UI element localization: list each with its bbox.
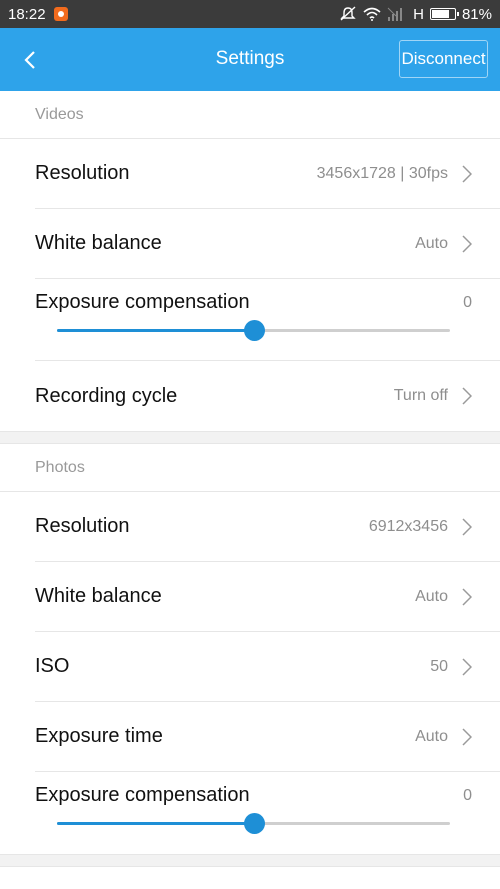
exposure-slider-thumb[interactable] xyxy=(243,813,265,834)
slider-value: 0 xyxy=(463,293,472,311)
chevron-right-icon xyxy=(462,387,474,405)
muted-bell-icon xyxy=(340,6,356,21)
row-label: White balance xyxy=(35,232,162,254)
row-label: Resolution xyxy=(35,515,130,537)
video-recording-cycle-row[interactable]: Recording cycle Turn off xyxy=(35,361,500,431)
network-type: H xyxy=(413,5,424,23)
app-notification-icon xyxy=(53,7,68,21)
settings-list: Videos Resolution 3456x1728 | 30fps Whit… xyxy=(0,91,500,889)
row-value: 50 xyxy=(430,657,448,675)
photo-exposure-compensation-row: Exposure compensation 0 xyxy=(35,772,500,854)
section-header-photos: Photos xyxy=(0,444,500,492)
wifi-icon xyxy=(363,7,381,21)
video-exposure-compensation-row: Exposure compensation 0 xyxy=(35,279,500,361)
exposure-slider-track[interactable] xyxy=(57,320,450,341)
row-label: Exposure compensation xyxy=(35,784,250,806)
row-label: Exposure time xyxy=(35,725,163,747)
videos-section: Videos Resolution 3456x1728 | 30fps Whit… xyxy=(0,91,500,431)
row-label: Exposure compensation xyxy=(35,291,250,313)
row-label: White balance xyxy=(35,585,162,607)
row-label: Recording cycle xyxy=(35,384,178,407)
chevron-right-icon xyxy=(462,517,474,536)
video-white-balance-row[interactable]: White balance Auto xyxy=(35,209,500,279)
photo-white-balance-row[interactable]: White balance Auto xyxy=(35,562,500,632)
battery-icon xyxy=(429,8,459,20)
photo-iso-row[interactable]: ISO 50 xyxy=(35,632,500,702)
app-bar: Settings Disconnect xyxy=(0,28,500,91)
row-value: Auto xyxy=(415,587,448,605)
row-label: Resolution xyxy=(35,162,130,184)
section-divider xyxy=(0,431,500,444)
chevron-right-icon xyxy=(462,164,474,183)
status-time: 18:22 xyxy=(8,5,46,23)
video-resolution-row[interactable]: Resolution 3456x1728 | 30fps xyxy=(35,139,500,209)
slider-value: 0 xyxy=(463,786,472,804)
row-value: Auto xyxy=(415,234,448,252)
status-icons: H 81% xyxy=(339,6,492,23)
photos-section: Photos Resolution 6912x3456 White balanc… xyxy=(0,444,500,854)
row-value: Turn off xyxy=(393,387,448,404)
exposure-slider-fill xyxy=(57,822,254,825)
battery-percent: 81% xyxy=(461,5,492,23)
row-label: ISO xyxy=(35,655,70,677)
chevron-right-icon xyxy=(462,657,474,676)
chevron-right-icon xyxy=(462,587,474,606)
photo-exposure-time-row[interactable]: Exposure time Auto xyxy=(35,702,500,772)
exposure-slider-track[interactable] xyxy=(57,813,450,834)
exposure-slider-thumb[interactable] xyxy=(243,320,265,341)
exposure-slider-fill xyxy=(57,329,254,332)
signal-icon xyxy=(387,7,403,21)
chevron-right-icon xyxy=(462,234,474,253)
section-header-videos: Videos xyxy=(0,91,500,139)
section-divider xyxy=(0,854,500,867)
row-value: 3456x1728 | 30fps xyxy=(316,164,448,182)
disconnect-button[interactable]: Disconnect xyxy=(399,40,488,78)
chevron-right-icon xyxy=(462,727,474,746)
status-bar: 18:22 H 81% xyxy=(0,0,500,28)
row-value: Auto xyxy=(415,727,448,745)
row-value: 6912x3456 xyxy=(368,517,448,535)
photo-resolution-row[interactable]: Resolution 6912x3456 xyxy=(35,492,500,562)
next-section-partial xyxy=(0,867,500,889)
